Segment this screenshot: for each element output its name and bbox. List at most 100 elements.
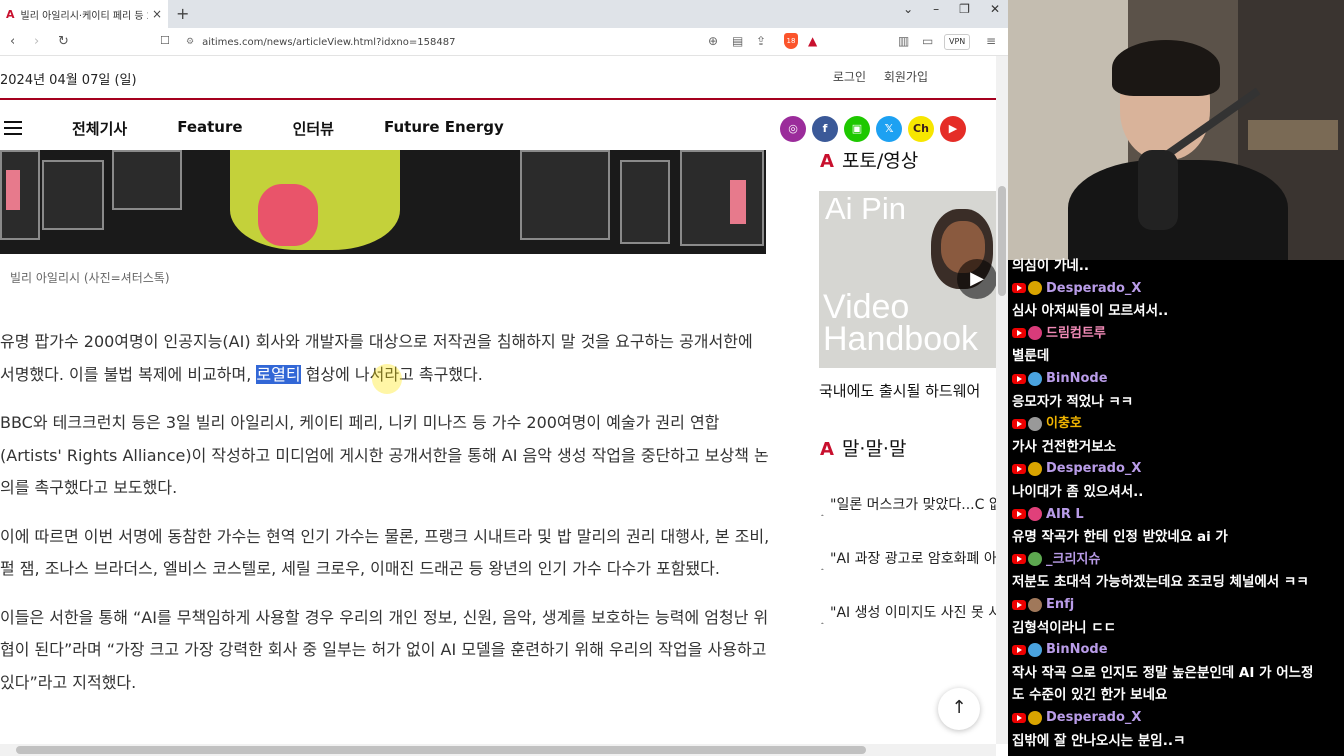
brave-rewards-icon[interactable]: ▲ — [808, 34, 817, 48]
chat-message: 유명 작곡가 한테 인정 받았네요 ai 가 — [1012, 529, 1228, 546]
share-icon[interactable]: ⇪ — [756, 34, 766, 48]
chat-message: 집밖에 잘 안나오시는 분임..ㅋ — [1012, 732, 1186, 749]
article-photo — [0, 150, 766, 254]
kakao-channel-icon[interactable]: Ch — [908, 116, 934, 142]
instagram-icon[interactable]: ◎ — [780, 116, 806, 142]
chat-username: BinNode — [1012, 369, 1340, 389]
microphone-icon — [1138, 150, 1178, 230]
x-icon[interactable]: 𝕏 — [876, 116, 902, 142]
chat-username: BinNode — [1012, 640, 1340, 660]
youtube-icon — [1012, 328, 1026, 339]
reader-mode-icon[interactable]: ▤ — [732, 34, 743, 48]
chat-username: _크리지슈 — [1012, 550, 1340, 570]
nav-item-interview[interactable]: 인터뷰 — [293, 118, 334, 139]
vertical-scrollbar[interactable] — [996, 56, 1008, 744]
user-badge-icon — [1028, 507, 1042, 522]
window-controls: ⌄ – ❐ ✕ — [903, 2, 1000, 16]
naver-tv-icon[interactable]: ▣ — [844, 116, 870, 142]
url-text: aitimes.com/news/articleView.html?idxno=… — [202, 36, 456, 48]
social-links: ◎ f ▣ 𝕏 Ch ▶ — [780, 116, 966, 142]
video-overlay-title: Ai Pin — [825, 191, 906, 226]
tab-close-icon[interactable]: × — [152, 7, 162, 21]
horizontal-scrollbar[interactable] — [0, 744, 996, 756]
back-to-top-button[interactable]: ↑ — [938, 688, 980, 730]
chat-message: 심사 아저씨들이 모르셔서.. — [1012, 303, 1169, 320]
header-divider — [0, 98, 996, 100]
new-tab-button[interactable]: + — [176, 4, 189, 23]
youtube-icon — [1012, 373, 1026, 384]
chat-message: 가사 건전한거보소 — [1012, 438, 1117, 455]
reload-icon[interactable]: ↻ — [58, 34, 69, 49]
user-badge-icon — [1028, 326, 1042, 341]
menu-icon[interactable]: ≡ — [986, 34, 996, 48]
live-chat-panel: 의심이 가네.. Desperado_X 심사 아저씨들이 모르셔서.. 드림컴트루 별… — [1008, 258, 1344, 756]
sidebar-toggle-icon[interactable]: ▥ — [898, 34, 909, 48]
site-info-icon[interactable]: ⚙ — [186, 37, 194, 47]
tab-list-icon[interactable]: ⌄ — [903, 2, 913, 16]
restore-button[interactable]: ❐ — [959, 2, 970, 16]
aitimes-logo-icon: A — [820, 151, 834, 172]
section-title-quotes[interactable]: A 말·말·말 — [820, 434, 906, 461]
url-field[interactable]: ⚙ aitimes.com/news/articleView.html?idxn… — [186, 32, 826, 52]
bookmark-icon[interactable]: ☐ — [160, 34, 170, 47]
user-badge-icon — [1028, 461, 1042, 476]
user-badge-icon — [1028, 371, 1042, 386]
play-icon[interactable]: ▶ — [957, 259, 996, 299]
chat-username: Enfj — [1012, 595, 1340, 615]
user-badge-icon — [1028, 710, 1042, 725]
chat-username: 드림컴트루 — [1012, 324, 1340, 344]
video-overlay-subtitle: Video Handbook — [823, 288, 979, 358]
wallet-icon[interactable]: ▭ — [922, 34, 933, 48]
user-badge-icon — [1028, 281, 1042, 296]
chat-message: 김형석이라니 ㄷㄷ — [1012, 619, 1117, 636]
hamburger-menu-icon[interactable] — [4, 121, 22, 135]
aitimes-logo-icon: A — [820, 439, 834, 460]
brave-shields-icon[interactable]: 18 — [784, 33, 798, 49]
chat-username: Desperado_X — [1012, 459, 1340, 479]
article-paragraph: 이들은 서한을 통해 “AI를 무책임하게 사용할 경우 우리의 개인 정보, … — [0, 607, 769, 692]
chat-message: 의심이 가네.. — [1012, 258, 1090, 274]
video-thumbnail[interactable]: Ai Pin Video Handbook ▶ — [819, 191, 996, 368]
nav-item-feature[interactable]: Feature — [177, 118, 242, 139]
browser-window: A 빌리 아일리시·케이티 페리 등 2 × + ⌄ – ❐ ✕ ‹ › ↻ ☐… — [0, 0, 1008, 756]
chat-message: 응모자가 적었나 ㅋㅋ — [1012, 393, 1134, 410]
chat-message: 도 수준이 있긴 한가 보네요 — [1012, 687, 1168, 704]
nav-item-all-articles[interactable]: 전체기사 — [72, 118, 127, 139]
user-badge-icon — [1028, 552, 1042, 567]
user-badge-icon — [1028, 597, 1042, 612]
minimize-button[interactable]: – — [933, 2, 939, 16]
youtube-icon — [1012, 712, 1026, 723]
youtube-icon[interactable]: ▶ — [940, 116, 966, 142]
tab-title: 빌리 아일리시·케이티 페리 등 2 — [20, 10, 148, 22]
quote-item[interactable]: •"AI 생성 이미지도 사진 못 사실, 사진 자체도 현실은 ( — [820, 602, 996, 624]
user-badge-icon — [1028, 642, 1042, 657]
signup-link[interactable]: 회원가입 — [884, 70, 928, 84]
back-icon[interactable]: ‹ — [10, 34, 15, 49]
chat-username: 이충호 — [1012, 414, 1340, 434]
section-title-photo-video[interactable]: A 포토/영상 — [820, 146, 918, 173]
chat-message: 저분도 초대석 가능하겠는데요 조코딩 체널에서 ㅋㅋ — [1012, 574, 1309, 591]
web-page: 2024년 04월 07일 (일) 로그인 회원가입 전체기사 Feature … — [0, 56, 996, 744]
zoom-icon[interactable]: ⊕ — [708, 34, 718, 48]
selected-text[interactable]: 로열티 — [256, 364, 301, 384]
nav-item-future-energy[interactable]: Future Energy — [384, 118, 504, 139]
tab-bar: A 빌리 아일리시·케이티 페리 등 2 × + ⌄ – ❐ ✕ — [0, 0, 1008, 28]
forward-icon[interactable]: › — [34, 34, 39, 49]
photo-caption: 빌리 아일리시 (사진=셔터스톡) — [10, 271, 170, 285]
video-caption[interactable]: 국내에도 출시될 하드웨어 — [819, 380, 980, 401]
quote-item[interactable]: •"일론 머스크가 맞았다...C 없는 일이었다" — [820, 494, 996, 516]
main-nav: 전체기사 Feature 인터뷰 Future Energy — [72, 118, 554, 139]
chat-message: 나이대가 좀 있으셔서.. — [1012, 484, 1144, 500]
browser-tab[interactable]: A 빌리 아일리시·케이티 페리 등 2 × — [0, 0, 168, 28]
chat-username: Desperado_X — [1012, 279, 1340, 299]
close-window-button[interactable]: ✕ — [990, 2, 1000, 16]
vpn-button[interactable]: VPN — [944, 34, 971, 50]
facebook-icon[interactable]: f — [812, 116, 838, 142]
address-bar-row: ‹ › ↻ ☐ ⚙ aitimes.com/news/articleView.h… — [0, 28, 1008, 56]
login-link[interactable]: 로그인 — [833, 70, 866, 84]
youtube-icon — [1012, 283, 1026, 294]
youtube-icon — [1012, 509, 1026, 520]
quote-item[interactable]: •"AI 과장 광고로 암호화폐 아...과학적 진보 방해하는 — [820, 548, 996, 570]
youtube-icon — [1012, 599, 1026, 610]
article-paragraph: 이에 따르면 이번 서명에 동참한 가수는 현역 인기 가수는 물론, 프랭크 … — [0, 526, 770, 579]
